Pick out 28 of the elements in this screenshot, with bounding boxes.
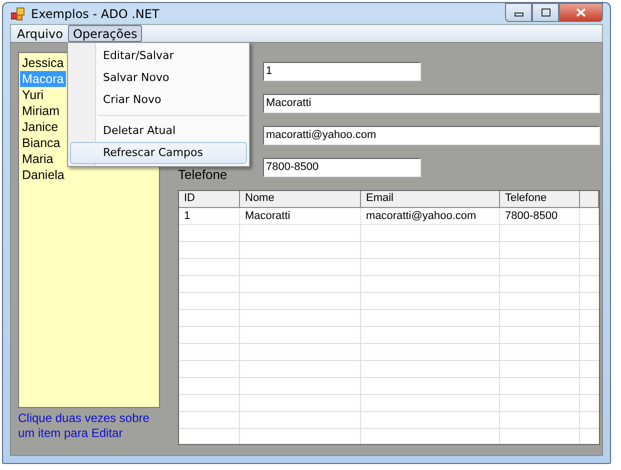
table-cell: macoratti@yahoo.com: [361, 208, 500, 225]
column-header[interactable]: Email: [361, 191, 500, 207]
column-header[interactable]: Telefone: [500, 191, 580, 207]
app-icon: [11, 6, 25, 20]
menu-item[interactable]: Operações: [68, 25, 142, 42]
input-field[interactable]: 7800-8500: [263, 158, 421, 176]
input-field[interactable]: 1: [263, 62, 421, 80]
hint-text: Clique duas vezes sobre um item para Editar: [18, 411, 150, 441]
window-title: Exemplos - ADO .NET: [31, 6, 160, 20]
column-header[interactable]: Nome: [240, 191, 361, 207]
table-cell: Macoratti: [240, 208, 361, 225]
menu-option[interactable]: Deletar Atual: [70, 120, 247, 142]
menu-option[interactable]: Editar/Salvar: [70, 45, 247, 67]
menu-item[interactable]: Arquivo: [12, 25, 68, 42]
input-field[interactable]: macoratti@yahoo.com: [263, 126, 600, 144]
menu-option[interactable]: Criar Novo: [70, 89, 247, 111]
input-field[interactable]: Macoratti: [263, 94, 600, 112]
close-button[interactable]: [559, 3, 603, 22]
table-cell: 1: [179, 208, 240, 225]
close-icon: [576, 8, 586, 17]
list-item[interactable]: Daniela: [20, 167, 158, 183]
maximize-icon: [540, 8, 550, 17]
column-header[interactable]: ID: [179, 191, 240, 207]
menu-option[interactable]: Salvar Novo: [70, 67, 247, 89]
minimize-button[interactable]: [505, 3, 532, 22]
menu-option[interactable]: Refrescar Campos: [70, 142, 247, 164]
table-cell: 7800-8500: [500, 208, 580, 225]
maximize-button[interactable]: [532, 3, 559, 22]
